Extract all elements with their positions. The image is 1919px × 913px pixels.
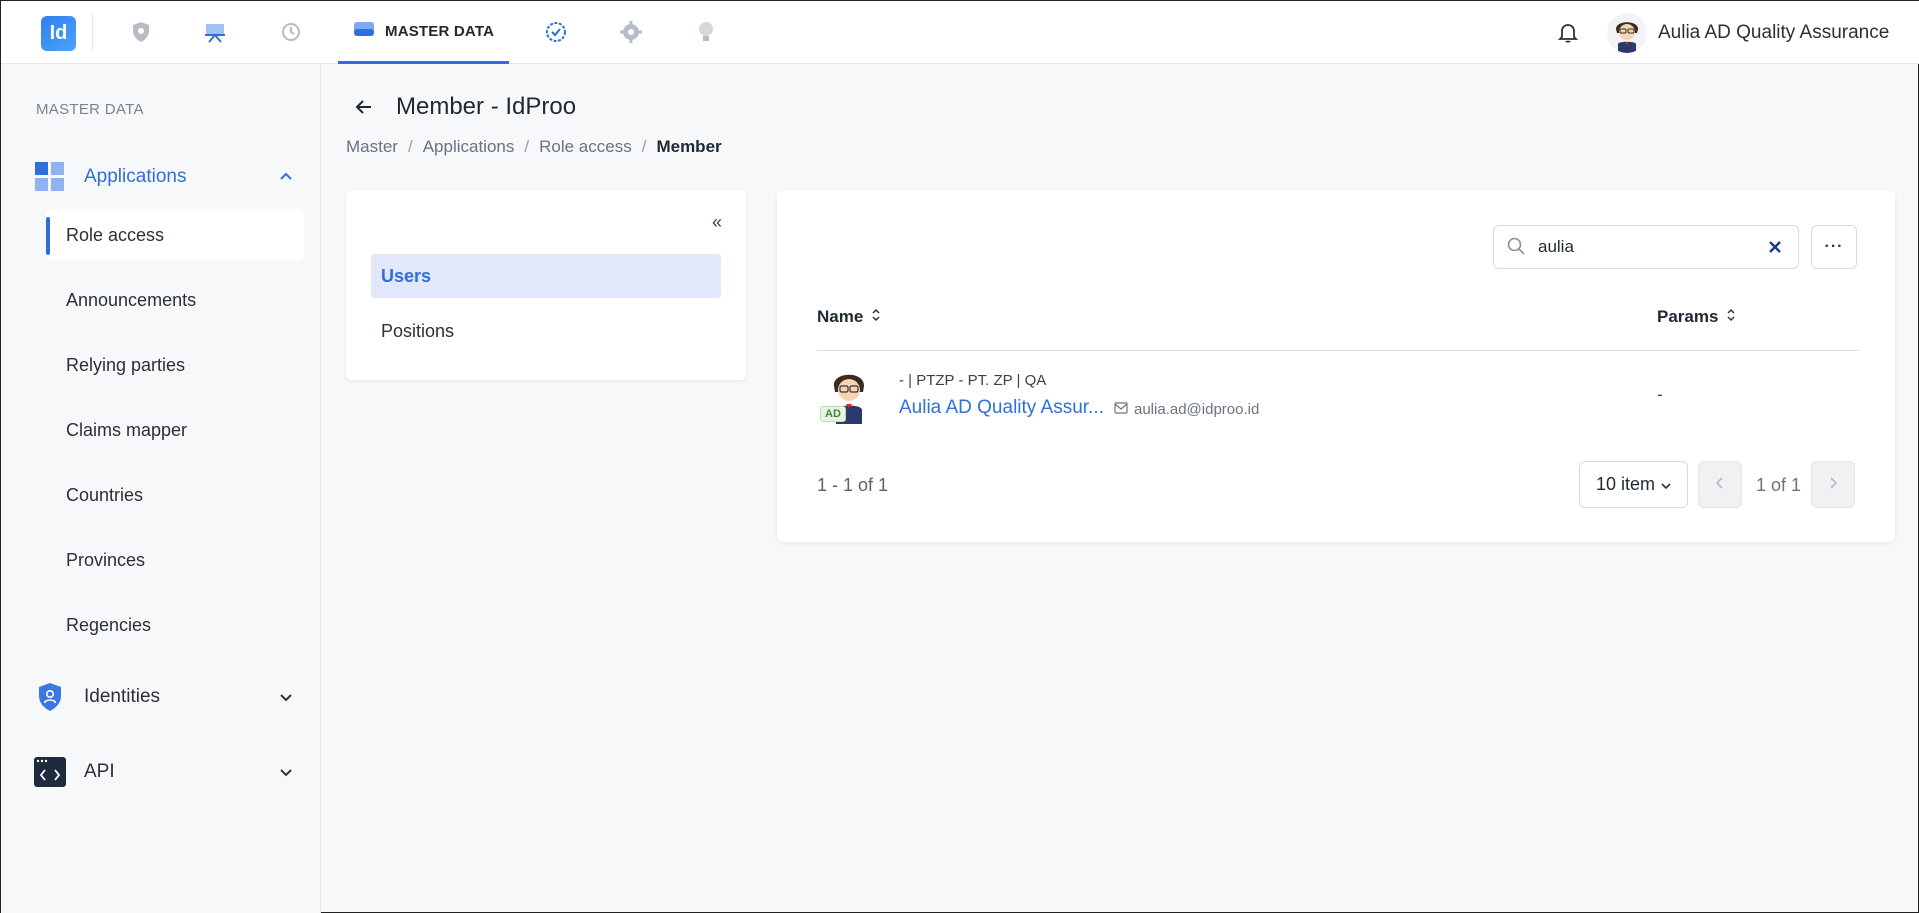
page-indicator: 1 of 1 [1756,475,1802,495]
sidebar-item-label: Countries [66,484,144,505]
chevron-down-icon [1661,474,1671,495]
sidebar-item-provinces[interactable]: Provinces [46,534,304,586]
mail-icon [1114,401,1128,418]
more-options-button[interactable]: ··· [1811,225,1857,269]
sidebar-group-api[interactable]: API [34,752,294,792]
sort-icon[interactable] [1726,307,1736,327]
logo-divider [92,13,93,51]
members-table-card: ··· Name Params AD - | PTZP - PT. ZP | Q… [777,190,1895,542]
sidebar-group-applications[interactable]: Applications [34,157,294,197]
sidebar-item-role-access[interactable]: Role access [46,209,304,261]
database-icon [353,18,375,45]
member-email-text: aulia.ad@idproo.id [1134,401,1260,418]
member-type-menu: « Users Positions [346,190,746,380]
column-header-label: Params [1657,307,1719,326]
sidebar-item-label: Provinces [66,549,146,570]
sidebar: MASTER DATA Applications Role access Ann… [1,65,321,913]
sidebar-item-relying-parties[interactable]: Relying parties [46,339,304,391]
sidebar-section-title: MASTER DATA [36,101,144,118]
sidebar-item-label: Role access [66,224,165,245]
member-email: aulia.ad@idproo.id [1114,401,1259,418]
search-input[interactable] [1538,237,1764,257]
bell-icon[interactable] [1556,20,1582,46]
presentation-icon[interactable] [202,19,228,45]
sidebar-group-label: Applications [84,166,187,187]
shield-user-icon [34,681,66,713]
status-badge: AD [820,406,846,422]
sidebar-group-label: API [84,761,115,782]
menu-item-users[interactable]: Users [371,254,721,298]
column-header-params[interactable]: Params [1657,307,1736,327]
clear-search-icon[interactable] [1764,236,1786,258]
next-page-button[interactable] [1811,461,1855,508]
sidebar-item-regencies[interactable]: Regencies [46,599,304,651]
search-icon [1506,236,1528,258]
sort-icon[interactable] [871,307,881,327]
breadcrumb-separator: / [407,137,413,156]
breadcrumb-role-access[interactable]: Role access [539,137,632,157]
member-meta: - | PTZP - PT. ZP | QA [899,372,1047,389]
sidebar-item-claims-mapper[interactable]: Claims mapper [46,404,304,456]
menu-item-label: Positions [381,320,455,341]
page-title: Member - IdProo [396,93,577,120]
sidebar-item-label: Regencies [66,614,152,635]
history-icon[interactable] [278,19,304,45]
chevron-right-icon [1829,476,1838,494]
back-arrow-icon[interactable] [353,96,375,118]
sidebar-group-identities[interactable]: Identities [34,677,294,717]
search-box[interactable] [1493,225,1799,269]
tab-master-data[interactable]: MASTER DATA [338,1,509,64]
per-page-value: 10 item [1595,474,1656,494]
tab-master-data-label: MASTER DATA [385,22,495,40]
sidebar-group-label: Identities [84,686,161,707]
menu-item-label: Users [381,265,432,286]
user-name[interactable]: Aulia AD Quality Assurance [1658,22,1889,44]
chevron-down-icon[interactable] [278,689,294,705]
column-header-label: Name [817,307,864,326]
breadcrumb-applications[interactable]: Applications [423,137,515,157]
breadcrumb-separator: / [641,137,647,156]
code-window-icon [34,756,66,788]
member-params: - [1657,385,1663,404]
breadcrumb-master[interactable]: Master [346,137,398,157]
collapse-icon[interactable]: « [712,212,722,233]
sidebar-item-countries[interactable]: Countries [46,469,304,521]
chevron-up-icon[interactable] [278,169,294,185]
menu-item-positions[interactable]: Positions [371,309,721,353]
per-page-select[interactable]: 10 item [1579,461,1688,508]
apps-grid-icon [34,161,66,193]
app-logo[interactable]: Id [41,16,76,51]
prev-page-button[interactable] [1698,461,1742,508]
breadcrumb-member: Member [656,137,722,156]
pagination-range: 1 - 1 of 1 [817,475,889,495]
sidebar-item-label: Announcements [66,289,197,310]
sidebar-item-label: Relying parties [66,354,186,375]
chevron-left-icon [1715,476,1724,494]
user-avatar[interactable] [1607,13,1647,53]
chevron-down-icon[interactable] [278,764,294,780]
member-name-link[interactable]: Aulia AD Quality Assur... [899,397,1104,419]
badge-check-icon[interactable] [543,19,569,45]
gear-icon[interactable] [618,19,644,45]
header-divider [817,350,1859,351]
shield-icon[interactable] [128,19,154,45]
breadcrumb: Master / Applications / Role access / Me… [346,137,722,157]
sidebar-item-announcements[interactable]: Announcements [46,274,304,326]
column-header-name[interactable]: Name [817,307,881,327]
top-navigation-bar: Id MASTER DATA Aulia AD Quality Assuranc… [1,1,1919,64]
breadcrumb-separator: / [524,137,530,156]
sidebar-item-label: Claims mapper [66,419,188,440]
lightbulb-icon[interactable] [693,19,719,45]
